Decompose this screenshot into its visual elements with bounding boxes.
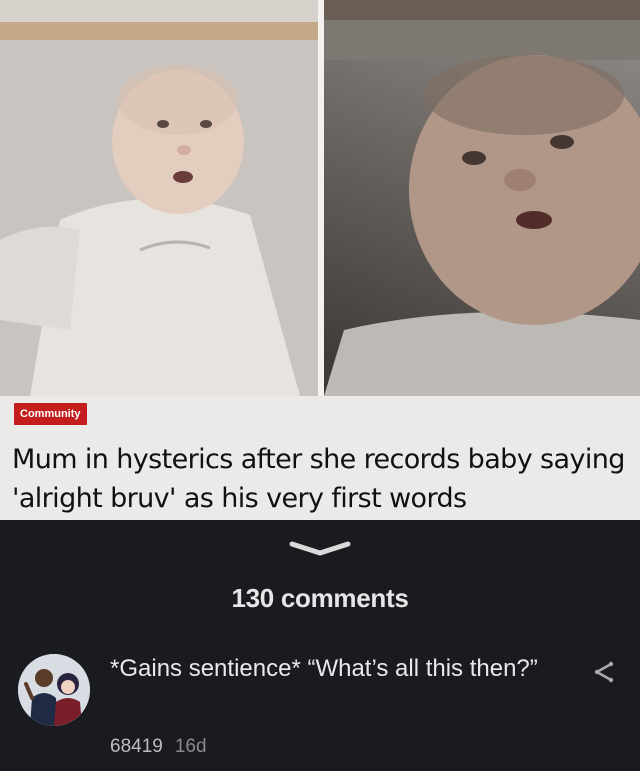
comment-score: 68419	[110, 736, 163, 757]
baby-photo-right	[324, 0, 640, 396]
share-icon[interactable]	[592, 660, 616, 684]
category-tag: Community	[14, 403, 87, 425]
comment-text: *Gains sentience* “What’s all this then?…	[110, 655, 538, 682]
comment-age: 16d	[174, 736, 207, 757]
baby-photo-left	[0, 0, 318, 396]
comments-count[interactable]: 130 comments	[0, 583, 640, 614]
user-avatar[interactable]	[18, 654, 90, 726]
article-headline: Mum in hysterics after she records baby …	[12, 444, 625, 514]
comment-meta: 68419 16d	[110, 736, 207, 758]
chevron-down-icon[interactable]	[286, 536, 354, 560]
meme-image[interactable]: Community Mum in hysterics after she rec…	[0, 0, 640, 520]
